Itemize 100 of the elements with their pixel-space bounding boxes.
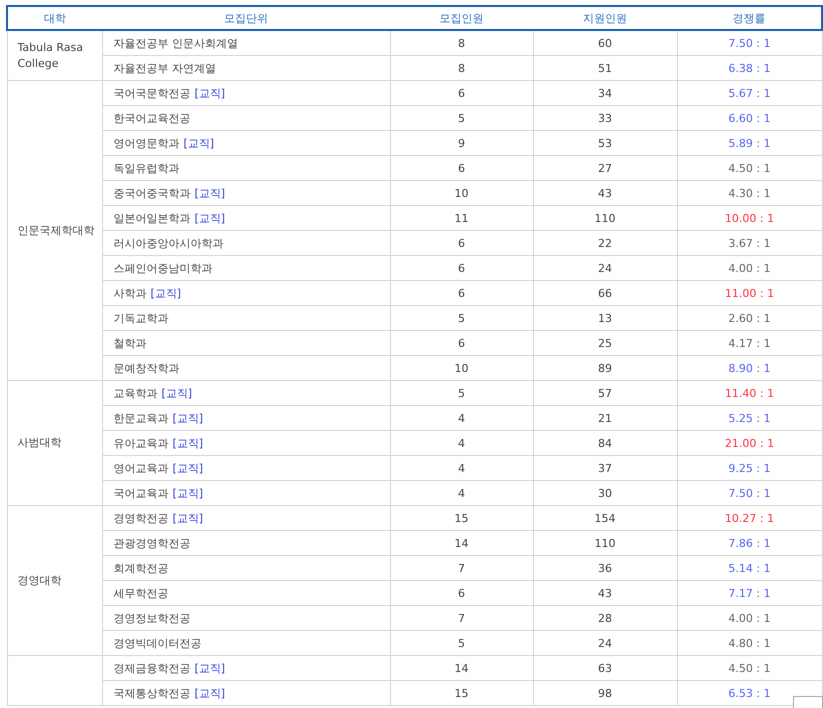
unit-name: 국제통상학전공 bbox=[114, 686, 190, 700]
unit-name: 경영정보학전공 bbox=[114, 612, 190, 624]
ratio-cell: 6.60 : 1 bbox=[677, 106, 822, 130]
applicants-cell: 28 bbox=[533, 606, 677, 630]
quota-cell: 6 bbox=[390, 230, 533, 256]
tag-label: [교직] bbox=[184, 136, 214, 150]
ratio-cell: 7.86 : 1 bbox=[677, 530, 822, 556]
applicants-cell: 24 bbox=[533, 630, 677, 656]
ratio-cell: 11.00 : 1 bbox=[677, 280, 822, 306]
quota-cell: 4 bbox=[390, 480, 533, 506]
quota-cell: 14 bbox=[390, 530, 533, 556]
applicants-cell: 22 bbox=[533, 230, 677, 256]
applicants-cell: 84 bbox=[533, 430, 677, 456]
quota-cell: 10 bbox=[390, 356, 533, 380]
applicants-cell: 110 bbox=[533, 530, 677, 556]
applicants-cell: 25 bbox=[533, 330, 677, 356]
quota-cell: 5 bbox=[390, 106, 533, 130]
unit-name: 회계학전공 bbox=[114, 562, 168, 574]
ratio-cell: 5.67 : 1 bbox=[677, 80, 822, 106]
applicants-cell: 30 bbox=[533, 480, 677, 506]
unit-name: 러시아중앙아시아학과 bbox=[114, 236, 224, 250]
ratio-cell: 9.25 : 1 bbox=[677, 456, 822, 480]
tag-label: [교직] bbox=[194, 686, 226, 700]
column-header: 대학 bbox=[7, 6, 102, 30]
tag-label: [교직] bbox=[150, 286, 182, 300]
quota-cell: 7 bbox=[390, 606, 533, 630]
applicants-cell: 63 bbox=[533, 656, 677, 680]
unit-name: 문예창작학과 bbox=[114, 362, 180, 374]
applicants-cell: 34 bbox=[533, 80, 677, 106]
quota-cell: 4 bbox=[390, 456, 533, 480]
applicants-cell: 13 bbox=[533, 306, 677, 330]
quota-cell: 6 bbox=[390, 580, 533, 606]
tag-label: [교직] bbox=[194, 186, 226, 200]
applicants-cell: 21 bbox=[533, 406, 677, 430]
unit-name: 중국어중국학과 bbox=[114, 186, 190, 200]
quota-cell: 7 bbox=[390, 556, 533, 580]
quota-cell: 8 bbox=[390, 30, 533, 56]
ratio-cell: 7.17 : 1 bbox=[677, 580, 822, 606]
ratio-cell: 5.25 : 1 bbox=[677, 406, 822, 430]
quota-cell: 14 bbox=[390, 656, 533, 680]
ratio-cell: 4.17 : 1 bbox=[677, 330, 822, 356]
applicants-cell: 36 bbox=[533, 556, 677, 580]
applicants-cell: 89 bbox=[533, 356, 677, 380]
unit-name: 국어교육과 bbox=[114, 486, 168, 500]
ratio-cell: 7.50 : 1 bbox=[677, 30, 822, 56]
applicants-cell: 33 bbox=[533, 106, 677, 130]
unit-name: 철학과 bbox=[114, 336, 146, 350]
ratio-cell: 5.89 : 1 bbox=[677, 130, 822, 156]
tag-label: [교직] bbox=[194, 212, 226, 224]
applicants-cell: 51 bbox=[533, 56, 677, 80]
college-name: 경영대학 bbox=[18, 574, 62, 586]
unit-name: 한국어교육전공 bbox=[114, 112, 190, 124]
ratio-cell: 5.14 : 1 bbox=[677, 556, 822, 580]
ratio-cell: 4.00 : 1 bbox=[677, 606, 822, 630]
ratio-cell: 6.38 : 1 bbox=[677, 56, 822, 80]
applicants-cell: 43 bbox=[533, 580, 677, 606]
ratio-cell: 4.30 : 1 bbox=[677, 180, 822, 206]
unit-name: 스페인어중남미학과 bbox=[114, 262, 212, 274]
ratio-cell: 21.00 : 1 bbox=[677, 430, 822, 456]
applicants-cell: 27 bbox=[533, 156, 677, 180]
applicants-cell: 98 bbox=[533, 680, 677, 706]
unit-name: 독일유럽학과 bbox=[114, 162, 180, 174]
quota-cell: 9 bbox=[390, 130, 533, 156]
ratio-cell: 2.60 : 1 bbox=[677, 306, 822, 330]
applicants-cell: 60 bbox=[533, 30, 677, 56]
quota-cell: 6 bbox=[390, 156, 533, 180]
column-header: 지원인원 bbox=[533, 6, 677, 30]
college-name: 사범대학 bbox=[18, 436, 62, 449]
quota-cell: 5 bbox=[390, 306, 533, 330]
unit-name: 자율전공부 인문사회계열 bbox=[114, 36, 238, 50]
tag-label: [교직] bbox=[162, 386, 192, 400]
applicants-cell: 24 bbox=[533, 256, 677, 280]
unit-name: 세무학전공 bbox=[114, 586, 168, 600]
tag-label: [교직] bbox=[172, 412, 204, 424]
applicants-cell: 37 bbox=[533, 456, 677, 480]
applicants-cell: 154 bbox=[533, 506, 677, 530]
ratio-cell: 11.40 : 1 bbox=[677, 380, 822, 406]
ratio-cell: 8.90 : 1 bbox=[677, 356, 822, 380]
column-header: 경쟁률 bbox=[677, 6, 822, 30]
tag-label: [교직] bbox=[194, 86, 226, 100]
tag-label: [교직] bbox=[172, 486, 204, 500]
unit-name: 경제금융학전공 bbox=[114, 662, 190, 674]
unit-name: 국어국문학전공 bbox=[114, 86, 190, 100]
quota-cell: 10 bbox=[390, 180, 533, 206]
applicants-cell: 53 bbox=[533, 130, 677, 156]
unit-name: 사학과 bbox=[114, 286, 146, 300]
tag-label: [교직] bbox=[172, 436, 204, 450]
ratio-cell: 7.50 : 1 bbox=[677, 480, 822, 506]
column-header: 모집단위 bbox=[102, 6, 390, 30]
quota-cell: 6 bbox=[390, 330, 533, 356]
applicants-cell: 43 bbox=[533, 180, 677, 206]
ratio-cell: 10.27 : 1 bbox=[677, 506, 822, 530]
ratio-cell: 4.50 : 1 bbox=[677, 656, 822, 680]
unit-name: 유아교육과 bbox=[114, 436, 168, 450]
applicants-cell: 66 bbox=[533, 280, 677, 306]
college-name: Tabula Rasa College bbox=[18, 40, 84, 70]
unit-name: 일본어일본학과 bbox=[114, 212, 190, 224]
applicants-cell: 110 bbox=[533, 206, 677, 230]
unit-name: 영어교육과 bbox=[114, 462, 168, 474]
unit-name: 경영학전공 bbox=[114, 512, 168, 524]
